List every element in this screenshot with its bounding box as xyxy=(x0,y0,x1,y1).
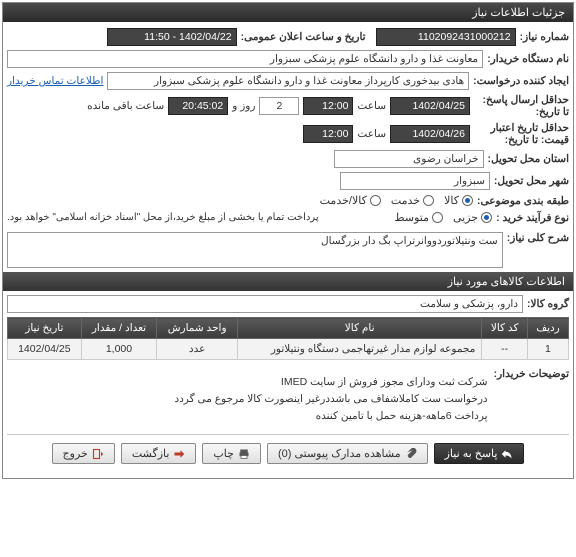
buyer-org-value: معاونت غذا و دارو دانشگاه علوم پزشکی سبز… xyxy=(7,50,483,68)
panel-body: شماره نیاز: 1102092431000212 تاریخ و ساع… xyxy=(3,22,573,478)
validity-date: 1402/04/26 xyxy=(390,125,470,143)
radio-goods-label: کالا xyxy=(444,194,459,207)
buyer-org-label: نام دستگاه خریدار: xyxy=(487,53,569,65)
td-date: 1402/04/25 xyxy=(8,339,82,360)
th-code: کد کالا xyxy=(482,318,528,339)
deadline-label: حداقل ارسال پاسخ: تا تاریخ: xyxy=(474,94,569,118)
desc-value: ست ونتیلاتوردووانرتراپ بگ دار بزرگسال xyxy=(7,232,503,268)
respond-button[interactable]: پاسخ به نیاز xyxy=(434,443,525,464)
buyer-note-line: درخواست ست کاملاشفاف می باشددرغیر اینصور… xyxy=(174,391,487,408)
reply-icon xyxy=(501,448,513,460)
hour-label-1: ساعت xyxy=(357,100,386,112)
buyer-contact-link[interactable]: اطلاعات تماس خریدار xyxy=(7,75,103,87)
desc-label: شرح کلی نیاز: xyxy=(507,232,569,244)
radio-service-label: خدمت xyxy=(391,194,420,207)
td-code: -- xyxy=(482,339,528,360)
panel-title: جزئیات اطلاعات نیاز xyxy=(3,3,573,22)
goods-group-value: دارو، پزشکی و سلامت xyxy=(7,295,523,313)
td-row: 1 xyxy=(527,339,568,360)
print-icon xyxy=(238,448,250,460)
th-row: ردیف xyxy=(527,318,568,339)
remaining-time: 20:45:02 xyxy=(168,97,228,115)
radio-service[interactable]: خدمت xyxy=(391,194,434,207)
radio-goods[interactable]: کالا xyxy=(444,194,473,207)
hour-label-2: ساعت xyxy=(357,128,386,140)
back-button[interactable]: بازگشت xyxy=(121,443,197,464)
radio-dot-icon xyxy=(370,195,381,206)
td-qty: 1,000 xyxy=(81,339,157,360)
table-header-row: ردیف کد کالا نام کالا واحد شمارش تعداد /… xyxy=(8,318,569,339)
validity-hour: 12:00 xyxy=(303,125,353,143)
payment-note: پرداخت تمام یا بخشی از مبلغ خرید،از محل … xyxy=(7,212,319,223)
deadline-date: 1402/04/25 xyxy=(390,97,470,115)
days-value: 2 xyxy=(259,97,299,115)
radio-dot-icon xyxy=(432,212,443,223)
footer-actions: پاسخ به نیاز مشاهده مدارک پیوستی (0) چاپ… xyxy=(7,434,569,472)
radio-medium[interactable]: متوسط xyxy=(394,211,443,224)
province-value: خراسان رضوی xyxy=(334,150,484,168)
radio-both-label: کالا/خدمت xyxy=(320,194,367,207)
print-button[interactable]: چاپ xyxy=(202,443,261,464)
buyer-note-line: شرکت ثبت ودارای مجوز فروش از سایت IMED xyxy=(174,374,487,391)
back-label: بازگشت xyxy=(132,447,170,460)
need-details-panel: جزئیات اطلاعات نیاز شماره نیاز: 11020924… xyxy=(2,2,574,479)
radio-dot-icon xyxy=(481,212,492,223)
radio-medium-label: متوسط xyxy=(394,211,429,224)
purchase-type-radio-group: جزیی متوسط xyxy=(394,211,492,224)
td-unit: عدد xyxy=(157,339,238,360)
print-label: چاپ xyxy=(213,447,234,460)
public-datetime-value: 1402/04/22 - 11:50 xyxy=(107,28,237,46)
radio-dot-icon xyxy=(423,195,434,206)
deadline-hour: 12:00 xyxy=(303,97,353,115)
day-label: روز و xyxy=(232,100,255,112)
radio-dot-icon xyxy=(462,195,473,206)
table-row[interactable]: 1 -- مجموعه لوازم مدار غیرتهاجمی دستگاه … xyxy=(8,339,569,360)
exit-label: خروج xyxy=(63,447,88,460)
items-table: ردیف کد کالا نام کالا واحد شمارش تعداد /… xyxy=(7,317,569,360)
radio-small[interactable]: جزیی xyxy=(453,211,492,224)
need-number-value: 1102092431000212 xyxy=(376,28,516,46)
td-name: مجموعه لوازم مدار غیرتهاجمی دستگاه ونتیل… xyxy=(238,339,482,360)
th-unit: واحد شمارش xyxy=(157,318,238,339)
items-section-header: اطلاعات کالاهای مورد نیاز xyxy=(3,272,573,291)
goods-group-label: گروه کالا: xyxy=(527,298,569,310)
back-icon xyxy=(173,448,185,460)
purchase-type-label: نوع فرآیند خرید : xyxy=(496,212,569,224)
category-label: طبقه بندی موضوعی: xyxy=(477,195,569,207)
th-date: تاریخ نیاز xyxy=(8,318,82,339)
buyer-notes: شرکت ثبت ودارای مجوز فروش از سایت IMED د… xyxy=(172,368,489,430)
category-radio-group: کالا خدمت کالا/خدمت xyxy=(320,194,473,207)
public-datetime-label: تاریخ و ساعت اعلان عمومی: xyxy=(241,31,366,43)
buyer-notes-label: توضیحات خریدار: xyxy=(494,368,569,380)
remaining-label: ساعت باقی مانده xyxy=(87,100,164,112)
buyer-note-line: پرداخت 6ماهه-هزینه حمل با تامین کننده xyxy=(174,408,487,425)
requester-label: ایجاد کننده درخواست: xyxy=(473,75,569,87)
exit-icon xyxy=(92,448,104,460)
respond-label: پاسخ به نیاز xyxy=(445,447,498,460)
th-name: نام کالا xyxy=(238,318,482,339)
attachment-icon xyxy=(405,448,417,460)
city-value: سبزوار xyxy=(340,172,490,190)
validity-label: حداقل تاریخ اعتبار قیمت: تا تاریخ: xyxy=(474,122,569,146)
city-label: شهر محل تحویل: xyxy=(494,175,569,187)
th-qty: تعداد / مقدار xyxy=(81,318,157,339)
radio-small-label: جزیی xyxy=(453,211,478,224)
need-number-label: شماره نیاز: xyxy=(520,31,569,43)
requester-value: هادی بیدخوری کارپرداز معاونت غذا و دارو … xyxy=(107,72,469,90)
attachments-button[interactable]: مشاهده مدارک پیوستی (0) xyxy=(267,443,428,464)
radio-both[interactable]: کالا/خدمت xyxy=(320,194,381,207)
attachments-label: مشاهده مدارک پیوستی (0) xyxy=(278,447,401,460)
province-label: استان محل تحویل: xyxy=(488,153,569,165)
exit-button[interactable]: خروج xyxy=(52,443,115,464)
